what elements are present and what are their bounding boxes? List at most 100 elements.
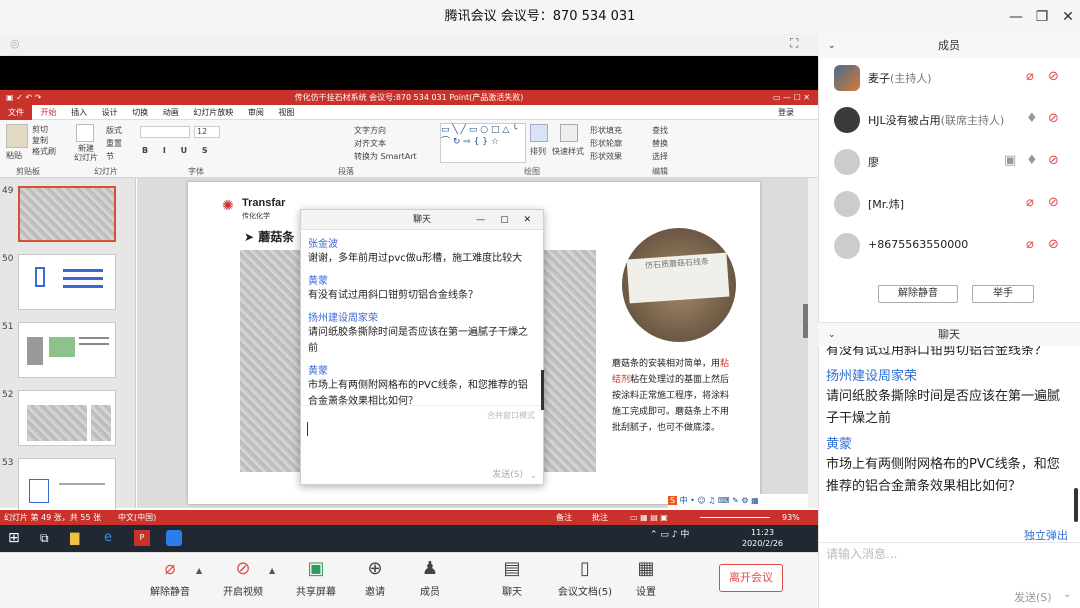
chevron-up-icon[interactable]: ▲ — [269, 566, 275, 575]
member-row[interactable]: 廖 ▣ ♦ ⊘ — [818, 141, 1080, 183]
video-off-icon[interactable]: ⊘ — [1048, 153, 1059, 168]
ppt-tab-design[interactable]: 设计 — [96, 105, 124, 120]
ppt-tab-transitions[interactable]: 切换 — [126, 105, 154, 120]
ppt-quick-access-icon[interactable]: ▣ ✓ ↶ ↷ — [6, 90, 41, 105]
slide-thumbnail[interactable] — [18, 254, 116, 310]
replace-button[interactable]: 替换 — [652, 137, 668, 150]
copy-button[interactable]: 复制 — [32, 135, 56, 146]
member-row[interactable]: [Mr.炜] ⌀ ⊘ — [818, 183, 1080, 225]
popup-window-controls[interactable]: — ▢ ✕ — [476, 210, 537, 230]
quick-styles-button[interactable]: 快速样式 — [552, 146, 584, 157]
shape-fill-button[interactable]: 形状填充 — [590, 124, 622, 137]
video-off-icon[interactable]: ⊘ — [1048, 111, 1059, 126]
unmute-self-button[interactable]: 解除静音 — [878, 285, 958, 303]
zoom-slider[interactable] — [700, 517, 770, 518]
shapes-gallery[interactable]: ▭ ╲ ╱ ▭ ○ □ △ ╰ ⌒ ↻ ⇨ { } ☆ — [440, 123, 526, 163]
leave-meeting-button[interactable]: 离开会议 — [719, 564, 783, 592]
slide-thumbnail[interactable] — [18, 186, 116, 242]
chevron-down-icon[interactable]: ⌄ — [1063, 589, 1071, 600]
mic-muted-icon[interactable]: ⌀ — [1026, 69, 1034, 84]
tencent-meeting-icon[interactable] — [166, 530, 182, 546]
font-format-buttons[interactable]: B I U S — [142, 146, 214, 155]
minimize-button[interactable]: — — [1003, 0, 1029, 34]
ppt-tab-view[interactable]: 视图 — [272, 105, 300, 120]
arrange-icon[interactable] — [530, 124, 548, 142]
close-button[interactable]: ✕ — [1055, 0, 1080, 34]
layout-button[interactable]: 版式 — [106, 124, 122, 137]
windows-start-icon[interactable]: ⊞ — [8, 530, 20, 546]
share-screen-button[interactable]: ▣ 共享屏幕 — [286, 556, 346, 598]
chevron-up-icon[interactable]: ▲ — [196, 566, 202, 575]
chevron-down-icon[interactable]: ⌄ — [828, 323, 836, 347]
member-row[interactable]: HJL没有被占用(联席主持人) ♦ ⊘ — [818, 99, 1080, 141]
members-button[interactable]: ♟ 成员 — [400, 556, 460, 598]
ppt-tab-slideshow[interactable]: 幻灯片放映 — [187, 105, 239, 120]
ppt-window-controls[interactable]: ▭ — ☐ ✕ — [773, 90, 810, 105]
new-slide-label[interactable]: 新建 幻灯片 — [70, 144, 102, 162]
chevron-down-icon[interactable]: ⌄ — [828, 34, 836, 58]
arrange-button[interactable]: 排列 — [530, 146, 546, 157]
start-video-button[interactable]: ⊘ 开启视频 — [213, 556, 273, 598]
font-size-select[interactable]: 12 — [194, 126, 220, 138]
shape-effects-button[interactable]: 形状效果 — [590, 150, 622, 163]
smartart-button[interactable]: 转换为 SmartArt — [354, 150, 417, 163]
powerpoint-icon[interactable]: P — [134, 530, 150, 546]
invite-button[interactable]: ⊕ 邀请 — [345, 556, 405, 598]
slide-scrollbar[interactable] — [808, 178, 818, 508]
ppt-tab-insert[interactable]: 插入 — [65, 105, 93, 120]
quick-styles-icon[interactable] — [560, 124, 578, 142]
ppt-tab-file[interactable]: 文件 — [0, 105, 32, 120]
popup-send-button[interactable]: 发送(S) — [492, 467, 523, 480]
align-text-button[interactable]: 对齐文本 — [354, 137, 417, 150]
mic-icon[interactable]: ♦ — [1026, 153, 1038, 168]
mic-muted-icon[interactable]: ⌀ — [1026, 237, 1034, 252]
raise-hand-button[interactable]: 举手 — [972, 285, 1034, 303]
slide-thumbnail[interactable] — [18, 322, 116, 378]
ppt-login[interactable]: 登录 — [772, 105, 800, 120]
video-off-icon[interactable]: ⊘ — [1048, 195, 1059, 210]
unmute-button[interactable]: ⌀ 解除静音 — [140, 556, 200, 598]
shape-outline-button[interactable]: 形状轮廓 — [590, 137, 622, 150]
popup-scrollbar[interactable] — [541, 370, 544, 410]
reset-button[interactable]: 重置 — [106, 137, 122, 150]
slide-thumbnail[interactable] — [18, 458, 116, 514]
ppt-tab-animations[interactable]: 动画 — [157, 105, 185, 120]
font-name-select[interactable] — [140, 126, 190, 138]
popout-chat-link[interactable]: 独立弹出 — [1024, 527, 1068, 543]
chat-input[interactable]: 请输入消息... — [826, 545, 1072, 585]
format-painter-button[interactable]: 格式刷 — [32, 146, 56, 157]
video-off-icon[interactable]: ⊘ — [1048, 237, 1059, 252]
mic-muted-icon[interactable]: ⌀ — [1026, 195, 1034, 210]
member-row[interactable]: +8675563550000 ⌀ ⊘ — [818, 225, 1080, 267]
sogou-icon[interactable]: S — [668, 496, 678, 505]
mic-icon[interactable]: ♦ — [1026, 111, 1038, 126]
new-slide-icon[interactable] — [76, 124, 94, 142]
notes-button[interactable]: 备注 — [556, 510, 572, 525]
send-button[interactable]: 发送(S) — [1014, 589, 1052, 605]
slide-thumbnail[interactable] — [18, 390, 116, 446]
member-row[interactable]: 麦子(主持人) ⌀ ⊘ — [818, 57, 1080, 99]
ime-toolbar[interactable]: S 中 • ☺ ♫ ⌨ ✎ ⚙ ▦ — [668, 494, 808, 508]
file-explorer-icon[interactable]: ▇ — [70, 531, 79, 545]
settings-button[interactable]: ▦ 设置 — [616, 556, 676, 598]
edge-icon[interactable]: e — [104, 530, 112, 545]
paste-icon[interactable] — [6, 124, 28, 148]
video-off-icon[interactable]: ⊘ — [1048, 69, 1059, 84]
tray-icons[interactable]: ⌃ ▭ ♪ 中 — [650, 527, 689, 540]
text-direction-button[interactable]: 文字方向 — [354, 124, 417, 137]
chat-button[interactable]: ▤ 聊天 — [482, 556, 542, 598]
find-button[interactable]: 查找 — [652, 124, 668, 137]
side-chat-scrollbar[interactable] — [1074, 488, 1078, 522]
fullscreen-icon[interactable]: ⛶ — [790, 36, 798, 51]
chevron-down-icon[interactable]: ⌄ — [530, 471, 537, 480]
task-view-icon[interactable]: ⧉ — [40, 531, 49, 546]
cut-button[interactable]: 剪切 — [32, 124, 56, 135]
section-button[interactable]: 节 — [106, 150, 122, 163]
meeting-docs-button[interactable]: ▯ 会议文档(5) — [550, 556, 620, 598]
ppt-tab-review[interactable]: 审阅 — [242, 105, 270, 120]
popup-chat-input[interactable] — [307, 422, 308, 436]
view-buttons[interactable]: ▭ ▦ ▤ ▣ — [630, 510, 668, 525]
select-button[interactable]: 选择 — [652, 150, 668, 163]
restore-button[interactable]: ❐ — [1029, 0, 1055, 34]
comments-button[interactable]: 批注 — [592, 510, 608, 525]
